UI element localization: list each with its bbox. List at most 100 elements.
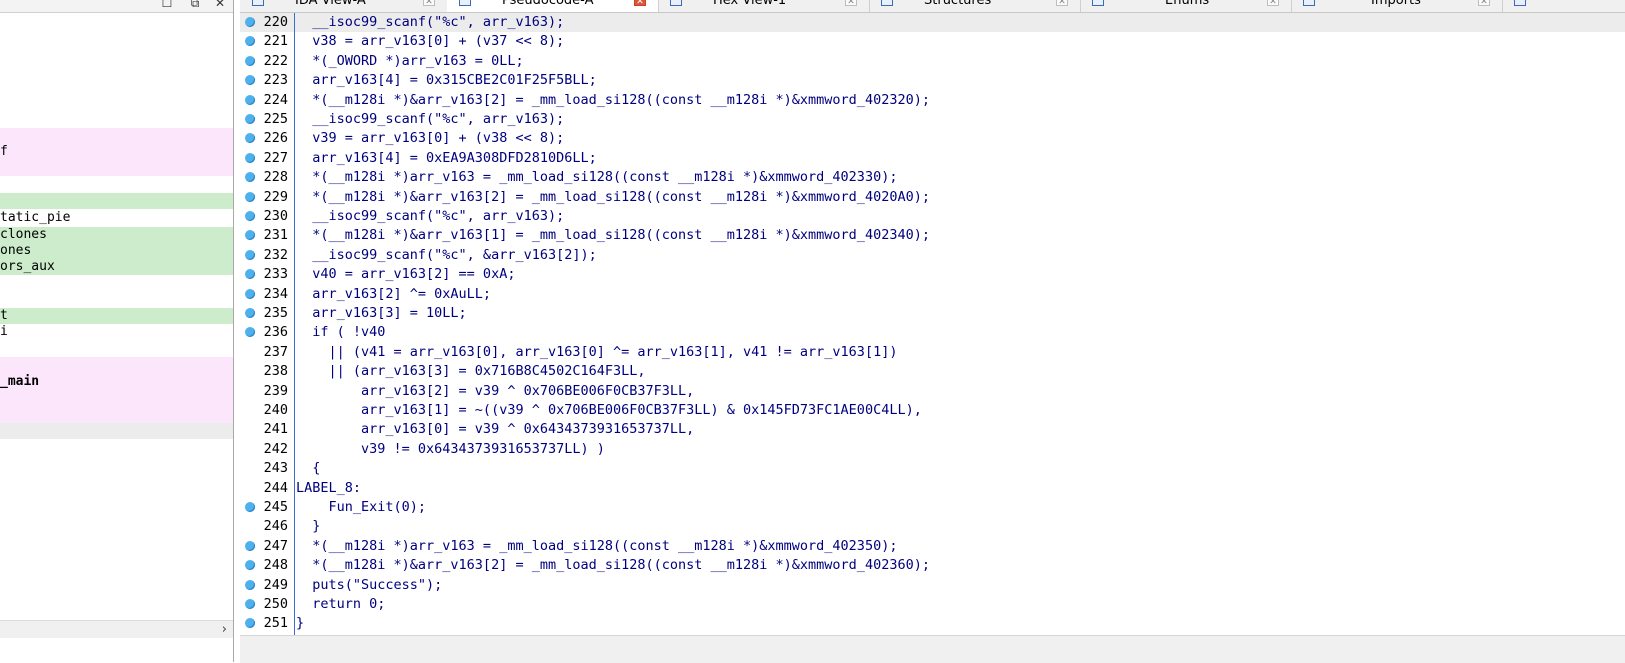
code-text[interactable]: __isoc99_scanf("%c", arr_v163); bbox=[296, 110, 564, 129]
code-text[interactable]: v38 = arr_v163[0] + (v37 << 8); bbox=[296, 32, 564, 51]
close-window-icon[interactable]: ✕ bbox=[213, 0, 227, 10]
breakpoint-dot-icon[interactable] bbox=[245, 269, 255, 280]
breakpoint-dot-icon[interactable] bbox=[245, 249, 255, 260]
code-text[interactable]: arr_v163[2] = v39 ^ 0x706BE006F0CB37F3LL… bbox=[296, 382, 694, 401]
code-text[interactable]: puts("Success"); bbox=[296, 576, 442, 595]
code-line[interactable]: 229 *(__m128i *)&arr_v163[2] = _mm_load_… bbox=[240, 188, 1625, 207]
tab-pseudocode-a[interactable]: Pseudocode-A ✕ bbox=[447, 0, 659, 12]
code-line[interactable]: 224 *(__m128i *)&arr_v163[2] = _mm_load_… bbox=[240, 91, 1625, 110]
code-text[interactable]: } bbox=[296, 614, 304, 633]
code-text[interactable]: arr_v163[4] = 0xEA9A308DFD2810D6LL; bbox=[296, 149, 596, 168]
code-line[interactable]: 250 return 0; bbox=[240, 595, 1625, 614]
code-line[interactable]: 242 v39 != 0x6434373931653737LL) ) bbox=[240, 440, 1625, 459]
code-line[interactable]: 226 v39 = arr_v163[0] + (v38 << 8); bbox=[240, 129, 1625, 148]
code-line[interactable]: 222 *(_OWORD *)arr_v163 = 0LL; bbox=[240, 52, 1625, 71]
code-text[interactable]: v39 != 0x6434373931653737LL) ) bbox=[296, 440, 605, 459]
code-line[interactable]: 247 *(__m128i *)arr_v163 = _mm_load_si12… bbox=[240, 537, 1625, 556]
code-text[interactable]: arr_v163[0] = v39 ^ 0x6434373931653737LL… bbox=[296, 420, 694, 439]
breakpoint-dot-icon[interactable] bbox=[245, 579, 255, 590]
code-line[interactable]: 220 __isoc99_scanf("%c", arr_v163); bbox=[240, 13, 1625, 33]
code-line[interactable]: 232 __isoc99_scanf("%c", &arr_v163[2]); bbox=[240, 246, 1625, 265]
code-text[interactable]: } bbox=[296, 517, 320, 536]
code-line[interactable]: 243 { bbox=[240, 459, 1625, 478]
code-text[interactable]: || (v41 = arr_v163[0], arr_v163[0] ^= ar… bbox=[296, 343, 898, 362]
function-list-item[interactable]: ors_aux bbox=[0, 259, 233, 275]
code-text[interactable]: LABEL_8: bbox=[296, 479, 361, 498]
code-text[interactable]: arr_v163[1] = ~((v39 ^ 0x706BE006F0CB37F… bbox=[296, 401, 922, 420]
function-list-item[interactable]: ones bbox=[0, 243, 233, 259]
code-line[interactable]: 221 v38 = arr_v163[0] + (v37 << 8); bbox=[240, 32, 1625, 51]
code-line[interactable]: 228 *(__m128i *)arr_v163 = _mm_load_si12… bbox=[240, 168, 1625, 187]
code-text[interactable]: arr_v163[3] = 10LL; bbox=[296, 304, 466, 323]
code-line[interactable]: 234 arr_v163[2] ^= 0xAuLL; bbox=[240, 285, 1625, 304]
pseudocode-horizontal-scrollbar[interactable] bbox=[240, 635, 1625, 663]
code-text[interactable]: *(__m128i *)&arr_v163[2] = _mm_load_si12… bbox=[296, 556, 930, 575]
code-line[interactable]: 236 if ( !v40 bbox=[240, 323, 1625, 342]
breakpoint-dot-icon[interactable] bbox=[245, 211, 255, 221]
breakpoint-dot-icon[interactable] bbox=[245, 502, 255, 512]
code-text[interactable]: *(__m128i *)&arr_v163[2] = _mm_load_si12… bbox=[296, 188, 930, 207]
code-line[interactable]: 241 arr_v163[0] = v39 ^ 0x64343739316537… bbox=[240, 420, 1625, 439]
breakpoint-dot-icon[interactable] bbox=[245, 17, 255, 27]
code-text[interactable]: v40 = arr_v163[2] == 0xA; bbox=[296, 265, 515, 284]
function-row-selected[interactable] bbox=[0, 423, 233, 439]
function-list-item[interactable]: i bbox=[0, 324, 233, 340]
tab-hex-view-1[interactable]: Hex View-1 ✕ bbox=[658, 0, 870, 12]
close-tab-icon[interactable]: ✕ bbox=[1267, 0, 1279, 7]
code-line[interactable]: 248 *(__m128i *)&arr_v163[2] = _mm_load_… bbox=[240, 556, 1625, 575]
breakpoint-dot-icon[interactable] bbox=[245, 36, 255, 47]
code-line[interactable]: 244 LABEL_8: bbox=[240, 479, 1625, 498]
breakpoint-dot-icon[interactable] bbox=[245, 599, 255, 609]
scroll-right-icon[interactable]: › bbox=[222, 621, 227, 638]
breakpoint-dot-icon[interactable] bbox=[245, 114, 255, 124]
code-text[interactable]: __isoc99_scanf("%c", arr_v163); bbox=[296, 13, 564, 32]
tab-structures[interactable]: Structures ✕ bbox=[869, 0, 1081, 12]
code-line[interactable]: 223 arr_v163[4] = 0x315CBE2C01F25F5BLL; bbox=[240, 71, 1625, 90]
breakpoint-dot-icon[interactable] bbox=[245, 327, 255, 338]
close-tab-icon[interactable]: ✕ bbox=[423, 0, 435, 7]
float-window-icon[interactable]: ☐ bbox=[160, 0, 174, 10]
code-text[interactable]: *(__m128i *)arr_v163 = _mm_load_si128((c… bbox=[296, 537, 897, 556]
code-line[interactable]: 237 || (v41 = arr_v163[0], arr_v163[0] ^… bbox=[240, 343, 1625, 362]
tab-enums[interactable]: Enums ✕ bbox=[1080, 0, 1292, 12]
code-line[interactable]: 235 arr_v163[3] = 10LL; bbox=[240, 304, 1625, 323]
breakpoint-dot-icon[interactable] bbox=[245, 230, 255, 241]
code-text[interactable]: return 0; bbox=[296, 595, 385, 614]
code-text[interactable]: *(__m128i *)&arr_v163[1] = _mm_load_si12… bbox=[296, 226, 930, 245]
function-list-item[interactable]: f bbox=[0, 144, 233, 160]
code-line[interactable]: 231 *(__m128i *)&arr_v163[1] = _mm_load_… bbox=[240, 226, 1625, 245]
code-text[interactable]: { bbox=[296, 459, 320, 478]
breakpoint-dot-icon[interactable] bbox=[245, 560, 255, 571]
breakpoint-dot-icon[interactable] bbox=[245, 540, 255, 551]
code-line[interactable]: 238 || (arr_v163[3] = 0x716B8C4502C164F3… bbox=[240, 362, 1625, 381]
code-line[interactable]: 227 arr_v163[4] = 0xEA9A308DFD2810D6LL; bbox=[240, 149, 1625, 168]
code-text[interactable]: v39 = arr_v163[0] + (v38 << 8); bbox=[296, 129, 564, 148]
code-text[interactable]: Fun_Exit(0); bbox=[296, 498, 427, 517]
tab-ida-view-a[interactable]: IDA View-A ✕ bbox=[240, 0, 448, 12]
code-line[interactable]: 249 puts("Success"); bbox=[240, 576, 1625, 595]
breakpoint-dot-icon[interactable] bbox=[245, 288, 255, 299]
code-text[interactable]: __isoc99_scanf("%c", arr_v163); bbox=[296, 207, 564, 226]
restore-window-icon[interactable]: ⧉ bbox=[188, 0, 202, 10]
function-list-item[interactable]: t bbox=[0, 308, 233, 324]
function-list-item[interactable]: _main bbox=[0, 374, 233, 390]
function-list-item[interactable]: tatic_pie bbox=[0, 210, 233, 226]
tab-imports[interactable]: Imports ✕ bbox=[1291, 0, 1503, 12]
function-list-item[interactable]: clones bbox=[0, 227, 233, 243]
code-line[interactable]: 239 arr_v163[2] = v39 ^ 0x706BE006F0CB37… bbox=[240, 382, 1625, 401]
pseudocode-view[interactable]: 220 __isoc99_scanf("%c", arr_v163); 221 v… bbox=[240, 13, 1625, 635]
breakpoint-dot-icon[interactable] bbox=[245, 152, 255, 163]
code-text[interactable]: arr_v163[4] = 0x315CBE2C01F25F5BLL; bbox=[296, 71, 596, 90]
breakpoint-dot-icon[interactable] bbox=[245, 308, 255, 318]
close-tab-icon[interactable]: ✕ bbox=[1056, 0, 1068, 7]
code-text[interactable]: *(_OWORD *)arr_v163 = 0LL; bbox=[296, 52, 523, 71]
code-text[interactable]: arr_v163[2] ^= 0xAuLL; bbox=[296, 285, 491, 304]
code-line[interactable]: 251} bbox=[240, 614, 1625, 633]
code-text[interactable]: *(__m128i *)arr_v163 = _mm_load_si128((c… bbox=[296, 168, 897, 187]
breakpoint-dot-icon[interactable] bbox=[245, 94, 255, 105]
code-text[interactable]: *(__m128i *)&arr_v163[2] = _mm_load_si12… bbox=[296, 91, 930, 110]
close-tab-icon[interactable]: ✕ bbox=[634, 0, 646, 7]
breakpoint-dot-icon[interactable] bbox=[245, 618, 255, 629]
breakpoint-dot-icon[interactable] bbox=[245, 75, 255, 86]
code-text[interactable]: if ( !v40 bbox=[296, 323, 385, 342]
